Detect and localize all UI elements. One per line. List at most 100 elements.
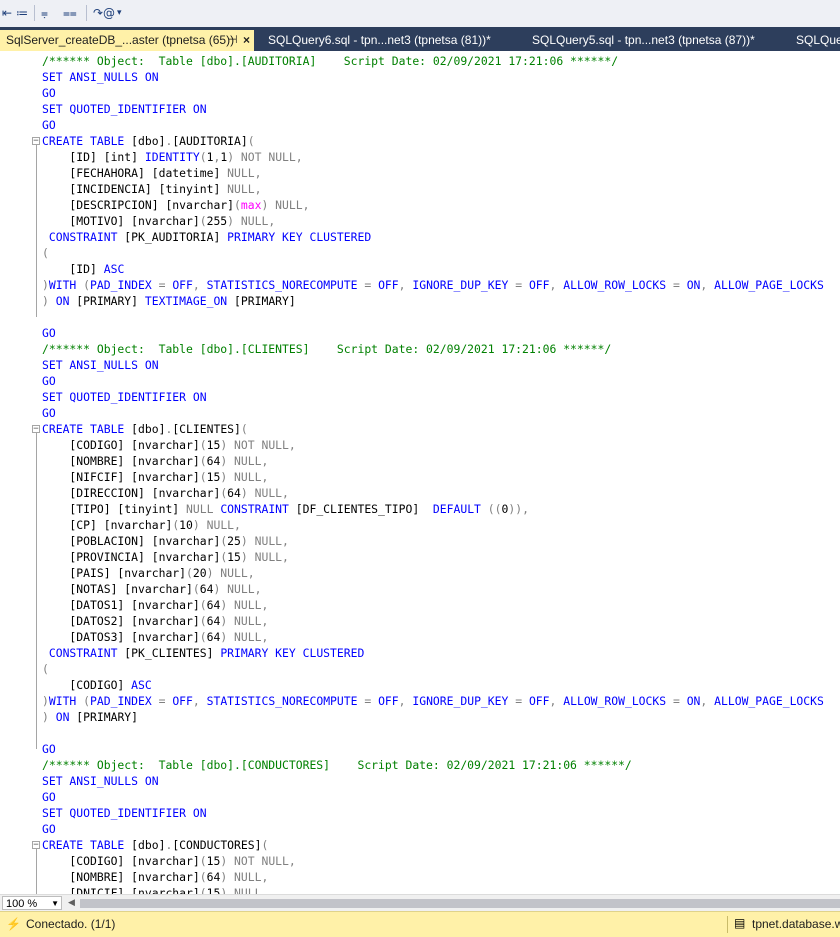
code-token: ( xyxy=(240,422,248,436)
comment-icon[interactable]: ⩦ xyxy=(41,4,48,22)
code-line[interactable]: GO xyxy=(42,85,824,101)
code-line[interactable]: [INCIDENCIA] [tinyint] NULL, xyxy=(42,181,824,197)
code-line[interactable]: [DNICIF] [nvarchar](15) NULL, xyxy=(42,885,824,894)
code-line[interactable]: [TIPO] [tinyint] NULL CONSTRAINT [DF_CLI… xyxy=(42,501,824,517)
query-editor[interactable]: − − − /****** Object: Table [dbo].[AUDIT… xyxy=(0,51,840,894)
code-line[interactable]: GO xyxy=(42,325,824,341)
code-token: = xyxy=(364,694,379,708)
outline-icon[interactable]: ≔ xyxy=(16,4,28,22)
code-token: , xyxy=(700,278,715,292)
code-token: ALLOW_ROW_LOCKS xyxy=(563,278,673,292)
code-line[interactable]: [CODIGO] [nvarchar](15) NOT NULL, xyxy=(42,853,824,869)
code-token: GO xyxy=(42,326,56,340)
tab-sqlquery5[interactable]: SQLQuery5.sql - tpn...net3 (tpnetsa (87)… xyxy=(526,30,761,51)
status-bar: ⚡ Conectado. (1/1) ▤ tpnet.database.w xyxy=(0,911,840,937)
collapse-icon[interactable]: − xyxy=(32,137,40,146)
code-line[interactable]: GO xyxy=(42,117,824,133)
collapse-icon[interactable]: − xyxy=(32,841,40,850)
tab-sqlserver-createdb[interactable]: SqlServer_createDB_...aster (tpnetsa (65… xyxy=(0,30,254,51)
code-line[interactable]: [NOMBRE] [nvarchar](64) NULL, xyxy=(42,453,824,469)
code-line[interactable]: /****** Object: Table [dbo].[CLIENTES] S… xyxy=(42,341,824,357)
sql-code[interactable]: /****** Object: Table [dbo].[AUDITORIA] … xyxy=(42,53,824,894)
code-token: ) NULL, xyxy=(220,470,269,484)
code-line[interactable]: [DIRECCION] [nvarchar](64) NULL, xyxy=(42,485,824,501)
code-line[interactable]: GO xyxy=(42,789,824,805)
code-token: [PROVINCIA] [nvarchar] xyxy=(42,550,221,564)
code-line[interactable]: [ID] [int] IDENTITY(1,1) NOT NULL, xyxy=(42,149,824,165)
code-line[interactable]: CREATE TABLE [dbo].[AUDITORIA]( xyxy=(42,133,824,149)
code-line[interactable]: [NOMBRE] [nvarchar](64) NULL, xyxy=(42,869,824,885)
code-line[interactable]: SET QUOTED_IDENTIFIER ON xyxy=(42,389,824,405)
horizontal-scrollbar-thumb[interactable] xyxy=(80,899,840,908)
code-line[interactable]: GO xyxy=(42,821,824,837)
code-line[interactable]: [POBLACION] [nvarchar](25) NULL, xyxy=(42,533,824,549)
code-line[interactable]: [PROVINCIA] [nvarchar](15) NULL, xyxy=(42,549,824,565)
code-line[interactable]: [CP] [nvarchar](10) NULL, xyxy=(42,517,824,533)
code-token: /****** Object: Table [dbo].[AUDITORIA] … xyxy=(42,54,619,68)
close-icon[interactable]: × xyxy=(243,30,250,51)
horizontal-scrollbar-area: 100 % ▼ ◀ xyxy=(0,894,840,912)
code-line[interactable]: /****** Object: Table [dbo].[CONDUCTORES… xyxy=(42,757,824,773)
code-line[interactable]: SET QUOTED_IDENTIFIER ON xyxy=(42,805,824,821)
code-line[interactable]: GO xyxy=(42,373,824,389)
code-token: [DESCRIPCION] [nvarchar] xyxy=(42,198,235,212)
code-token: ) NULL, xyxy=(192,518,241,532)
code-token: ON xyxy=(686,694,701,708)
code-line[interactable]: SET QUOTED_IDENTIFIER ON xyxy=(42,101,824,117)
code-line[interactable]: [CODIGO] ASC xyxy=(42,677,824,693)
code-token: SET QUOTED_IDENTIFIER ON xyxy=(42,102,207,116)
code-line[interactable]: GO xyxy=(42,741,824,757)
code-line[interactable]: CONSTRAINT [PK_CLIENTES] PRIMARY KEY CLU… xyxy=(42,645,824,661)
code-token: CREATE TABLE xyxy=(42,134,132,148)
tab-label: SQLQuery6.sql - tpn...net3 (tpnetsa (81)… xyxy=(268,33,491,47)
connected-icon: ⚡ xyxy=(6,917,21,931)
scroll-left-icon[interactable]: ◀ xyxy=(68,897,75,908)
code-line[interactable]: [DATOS2] [nvarchar](64) NULL, xyxy=(42,613,824,629)
code-token: [PK_AUDITORIA] xyxy=(124,230,228,244)
code-line[interactable] xyxy=(42,725,824,741)
code-line[interactable]: [PAIS] [nvarchar](20) NULL, xyxy=(42,565,824,581)
code-token: [dbo] xyxy=(131,838,166,852)
code-line[interactable]: CREATE TABLE [dbo].[CLIENTES]( xyxy=(42,421,824,437)
code-line[interactable]: ( xyxy=(42,661,824,677)
code-line[interactable]: CONSTRAINT [PK_AUDITORIA] PRIMARY KEY CL… xyxy=(42,229,824,245)
code-line[interactable]: GO xyxy=(42,405,824,421)
pin-icon[interactable]: ⊣ xyxy=(228,30,238,51)
code-line[interactable]: [ID] ASC xyxy=(42,261,824,277)
code-token: ) NULL, xyxy=(220,886,269,894)
code-line[interactable]: [DATOS3] [nvarchar](64) NULL, xyxy=(42,629,824,645)
code-line[interactable]: [NOTAS] [nvarchar](64) NULL, xyxy=(42,581,824,597)
indent-icon[interactable]: ⇤ xyxy=(2,4,12,22)
code-line[interactable]: SET ANSI_NULLS ON xyxy=(42,357,824,373)
code-line[interactable]: /****** Object: Table [dbo].[AUDITORIA] … xyxy=(42,53,824,69)
code-line[interactable] xyxy=(42,309,824,325)
code-line[interactable]: SET ANSI_NULLS ON xyxy=(42,773,824,789)
code-line[interactable]: ( xyxy=(42,245,824,261)
code-line[interactable]: CREATE TABLE [dbo].[CONDUCTORES]( xyxy=(42,837,824,853)
code-token: = xyxy=(158,694,173,708)
code-line[interactable]: )WITH (PAD_INDEX = OFF, STATISTICS_NOREC… xyxy=(42,693,824,709)
code-line[interactable]: )WITH (PAD_INDEX = OFF, STATISTICS_NOREC… xyxy=(42,277,824,293)
zoom-select[interactable]: 100 % ▼ xyxy=(2,896,62,910)
document-tab-bar: SqlServer_createDB_...aster (tpnetsa (65… xyxy=(0,27,840,51)
code-token: [INCIDENCIA] [tinyint] xyxy=(42,182,228,196)
code-token: ( xyxy=(199,630,207,644)
code-line[interactable]: [FECHAHORA] [datetime] NULL, xyxy=(42,165,824,181)
uncomment-icon[interactable]: ⩵ xyxy=(63,4,77,22)
code-line[interactable]: SET ANSI_NULLS ON xyxy=(42,69,824,85)
tab-sqlquery6[interactable]: SQLQuery6.sql - tpn...net3 (tpnetsa (81)… xyxy=(262,30,497,51)
selection-margin xyxy=(6,51,30,894)
code-line[interactable]: [DESCRIPCION] [nvarchar](max) NULL, xyxy=(42,197,824,213)
code-line[interactable]: [CODIGO] [nvarchar](15) NOT NULL, xyxy=(42,437,824,453)
code-line[interactable]: [NIFCIF] [nvarchar](15) NULL, xyxy=(42,469,824,485)
specify-values-icon[interactable]: ↷@ xyxy=(93,4,115,22)
code-line[interactable]: ) ON [PRIMARY] TEXTIMAGE_ON [PRIMARY] xyxy=(42,293,824,309)
collapse-icon[interactable]: − xyxy=(32,425,40,434)
code-line[interactable]: ) ON [PRIMARY] xyxy=(42,709,824,725)
dropdown-icon[interactable]: ▾ xyxy=(117,4,122,22)
code-line[interactable]: [DATOS1] [nvarchar](64) NULL, xyxy=(42,597,824,613)
code-token: ) NULL, xyxy=(220,598,269,612)
tab-sqlquery-overflow[interactable]: SQLQue xyxy=(790,30,840,51)
code-token: 25 xyxy=(227,534,241,548)
code-line[interactable]: [MOTIVO] [nvarchar](255) NULL, xyxy=(42,213,824,229)
